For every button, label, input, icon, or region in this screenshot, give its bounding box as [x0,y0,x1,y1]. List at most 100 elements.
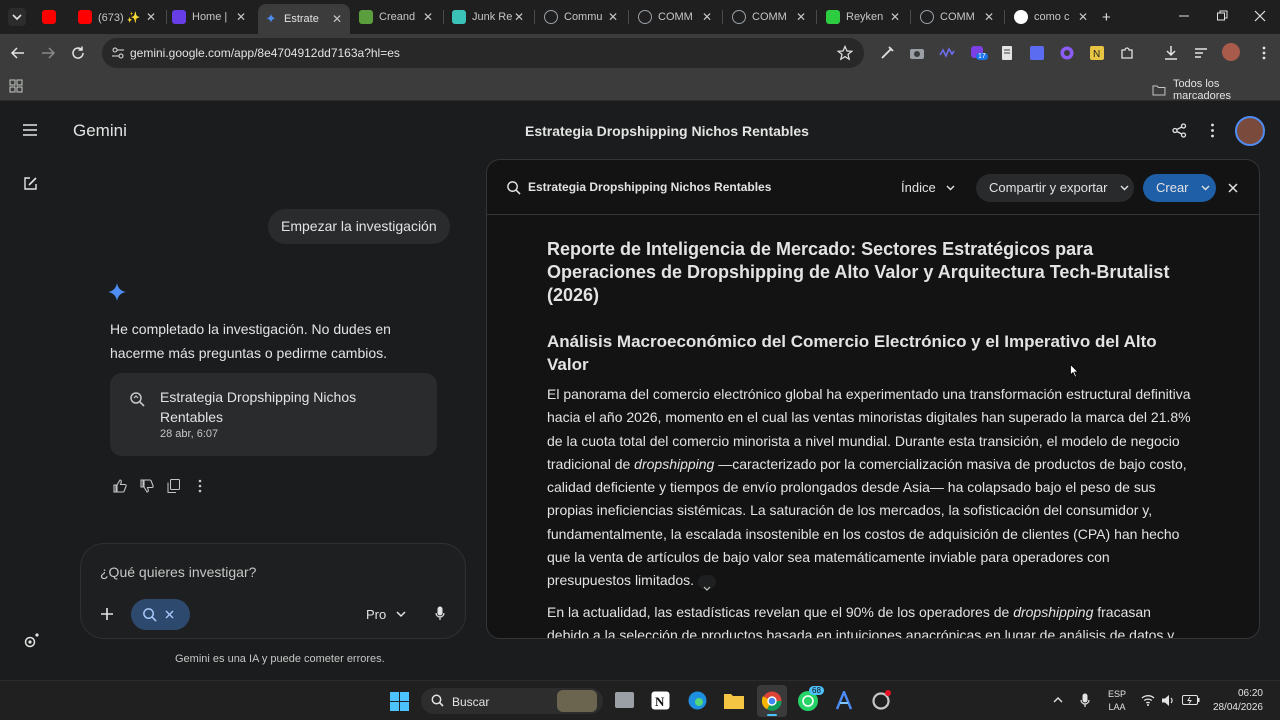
chrome-app-icon[interactable] [757,685,787,717]
settings-gear-icon[interactable] [23,633,39,649]
youtube-icon [42,10,56,24]
chevron-up-icon[interactable] [1053,696,1063,703]
new-chat-icon[interactable] [23,176,38,191]
share-export-button[interactable]: Compartir y exportar [976,174,1134,202]
close-icon[interactable]: ✕ [888,10,902,24]
download-icon[interactable] [1163,45,1179,61]
file-explorer-icon[interactable] [724,692,744,709]
gemini-brand[interactable]: Gemini [73,121,127,141]
close-icon[interactable]: ✕ [512,10,526,24]
add-plus-icon[interactable] [100,607,114,621]
close-icon[interactable]: ✕ [982,10,996,24]
extensions-puzzle-icon[interactable] [1119,45,1135,61]
reading-list-icon[interactable] [1193,45,1209,61]
clock[interactable]: 06:20 28/04/2026 [1208,688,1270,713]
close-icon[interactable]: ✕ [1076,10,1090,24]
close-icon[interactable]: ✕ [144,10,158,24]
reload-icon[interactable] [70,45,86,61]
thumbs-up-icon[interactable] [113,479,127,493]
tab-gemini-active[interactable]: ✦ Estrate ✕ [258,4,350,34]
browser-toolbar: gemini.google.com/app/8e4704912dd7163a?h… [0,34,1280,72]
language-indicator[interactable]: ESP LAA [1105,689,1129,712]
windows-start-icon[interactable] [390,692,409,711]
globe-icon [920,10,934,24]
maximize-button[interactable] [1216,10,1228,22]
notion-extension-icon[interactable]: N [1089,45,1105,61]
prompt-input-placeholder[interactable]: ¿Qué quieres investigar? [100,564,256,580]
task-view-icon[interactable] [615,692,634,708]
menu-kebab-icon[interactable] [1256,45,1272,61]
tab-shopify[interactable]: Creand ✕ [353,4,441,30]
share-icon[interactable] [1172,123,1187,138]
index-dropdown[interactable]: Índice [889,174,955,202]
close-icon[interactable]: ✕ [421,10,435,24]
new-tab-button[interactable]: + [1102,9,1111,26]
thumbs-down-icon[interactable] [140,479,154,493]
tab-junk[interactable]: Junk Re ✕ [446,4,532,30]
extension-with-badge[interactable]: 17 [969,44,988,62]
tab-reyken[interactable]: Reyken ✕ [820,4,908,30]
camera-extension-icon[interactable] [909,45,925,61]
grid-extension-icon[interactable] [1029,45,1045,61]
edge-browser-icon[interactable] [688,691,707,710]
prompt-input-box[interactable]: ¿Qué quieres investigar? Pro [80,543,466,639]
model-selector[interactable]: Pro [366,607,406,622]
all-bookmarks-button[interactable]: Todos los marcadores [1152,78,1280,102]
close-icon[interactable]: ✕ [700,10,714,24]
app-a-icon[interactable] [835,691,853,710]
close-window-button[interactable] [1254,10,1266,22]
research-document-card[interactable]: Estrategia Dropshipping Nichos Rentables… [110,373,437,456]
tab-community-4[interactable]: COMM ✕ [914,4,1002,30]
document-card-title: Estrategia Dropshipping Nichos Rentables [160,389,357,425]
close-icon[interactable]: ✕ [330,12,344,26]
circle-extension-icon[interactable] [1059,45,1075,61]
tab-community-2[interactable]: COMM ✕ [632,4,720,30]
apps-grid-icon[interactable] [9,79,23,93]
tab-youtube-1[interactable] [36,4,66,30]
wave-extension-icon[interactable] [939,45,955,61]
site-settings-icon[interactable] [111,46,125,60]
profile-avatar[interactable] [1222,43,1240,61]
wifi-icon[interactable] [1141,694,1155,706]
more-options-icon[interactable] [1205,123,1220,138]
tab-hostinger[interactable]: Home | ✕ [166,4,254,30]
whatsapp-app-icon[interactable]: 68 [797,686,824,712]
close-icon[interactable]: ✕ [234,10,248,24]
tab-title: COMM [940,11,975,23]
address-bar[interactable]: gemini.google.com/app/8e4704912dd7163a?h… [102,38,864,68]
ai-disclaimer: Gemini es una IA y puede cometer errores… [175,653,385,665]
minimize-icon [1179,15,1189,17]
account-avatar[interactable] [1235,116,1265,146]
minimize-button[interactable] [1178,8,1190,24]
close-icon[interactable] [165,610,174,619]
folder-icon [1152,85,1166,96]
pen-extension-icon[interactable] [879,45,895,61]
main-menu-icon[interactable] [23,124,37,136]
more-actions-icon[interactable] [196,479,204,493]
close-icon[interactable]: ✕ [794,10,808,24]
conversation-title: Estrategia Dropshipping Nichos Rentables [525,123,809,139]
tab-youtube-2[interactable]: (673) ✨ ✕ [72,4,164,30]
tab-title: Commu [564,11,603,23]
tab-community-1[interactable]: Commu ✕ [538,4,626,30]
back-arrow-icon[interactable] [10,45,26,61]
note-extension-icon[interactable] [999,45,1015,61]
microphone-tray-icon[interactable] [1080,693,1090,708]
create-button[interactable]: Crear [1143,174,1216,202]
tab-google-search[interactable]: como c ✕ [1008,4,1096,30]
copy-icon[interactable] [167,479,180,493]
deep-research-chip[interactable] [131,599,190,630]
battery-plug-icon[interactable] [1182,694,1200,706]
close-icon[interactable]: ✕ [606,10,620,24]
close-panel-icon[interactable] [1228,183,1238,193]
forward-arrow-icon[interactable] [40,45,56,61]
microphone-icon[interactable] [435,606,445,621]
tab-search-button[interactable] [8,8,26,26]
volume-icon[interactable] [1161,694,1175,707]
taskbar-search[interactable]: Buscar [421,688,603,714]
notion-app-icon[interactable]: N [651,691,670,710]
settings-app-icon[interactable] [871,690,892,711]
expand-citation-chevron[interactable] [697,574,716,591]
bookmark-star-icon[interactable] [837,45,853,61]
tab-community-3[interactable]: COMM ✕ [726,4,814,30]
